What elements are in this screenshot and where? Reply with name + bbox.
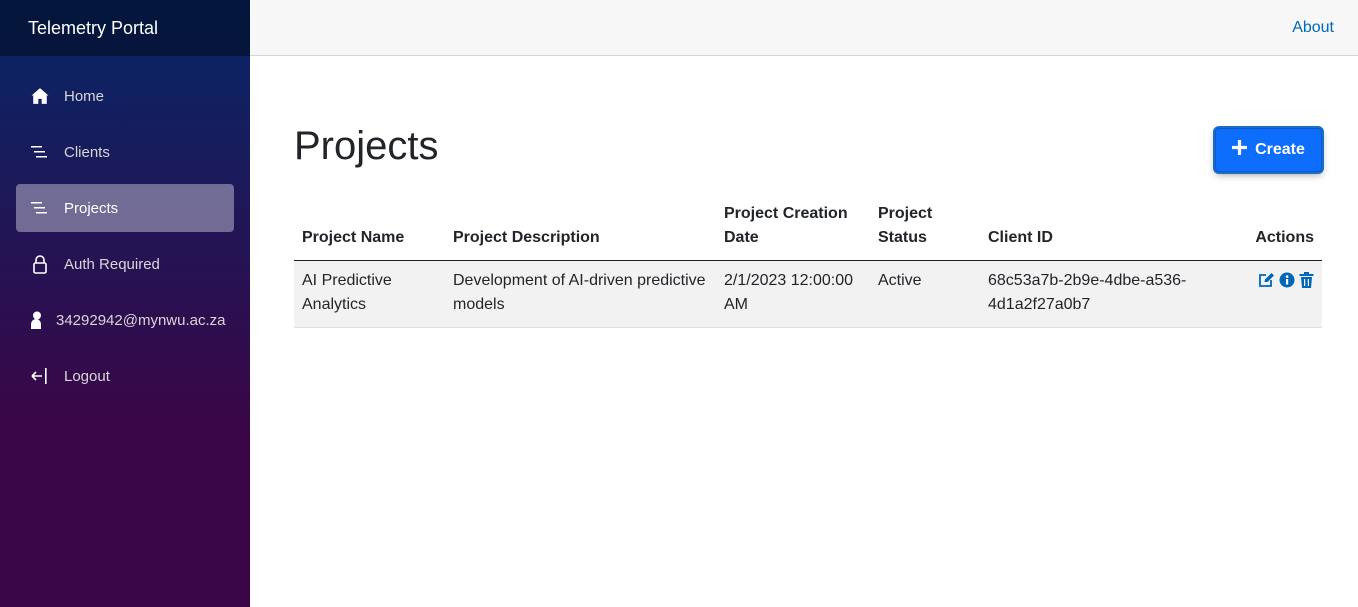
sidebar-item-label: Logout	[64, 367, 110, 385]
list-icon	[16, 145, 64, 159]
edit-icon[interactable]	[1258, 272, 1275, 288]
column-header-project-description: Project Description	[445, 196, 716, 261]
cell-project-name: AI Predictive Analytics	[302, 272, 392, 313]
table-row: AI Predictive Analytics Development of A…	[294, 260, 1322, 328]
cell-project-description: Development of AI-driven predictive mode…	[453, 272, 706, 313]
table-header-row: Project Name Project Description Project…	[294, 196, 1322, 261]
sidebar-item-clients[interactable]: Clients	[16, 128, 234, 176]
plus-icon	[1231, 138, 1249, 160]
projects-table: Project Name Project Description Project…	[294, 196, 1322, 328]
row-actions	[1258, 269, 1314, 288]
sidebar-item-auth-required[interactable]: Auth Required	[16, 240, 234, 288]
sidebar-item-logout[interactable]: Logout	[16, 352, 234, 400]
sidebar-item-label: Clients	[64, 143, 110, 161]
column-header-actions: Actions	[1220, 196, 1322, 261]
lock-icon	[16, 254, 64, 274]
sidebar-item-label: Auth Required	[64, 255, 160, 273]
cell-client-id: 68c53a7b-2b9e-4dbe-a536-4d1a2f27a0b7	[988, 272, 1187, 313]
cell-actions	[1220, 261, 1322, 328]
main-content: Projects Create Project Name Project Des…	[294, 56, 1322, 328]
column-header-project-status: Project Status	[870, 196, 980, 261]
person-icon	[16, 311, 56, 329]
sidebar-item-projects[interactable]: Projects	[16, 184, 234, 232]
sidebar-nav: Home Clients Projects Auth Required 3429…	[0, 56, 250, 400]
cell-project-status: Active	[878, 272, 922, 289]
column-header-creation-date: Project Creation Date	[716, 196, 870, 261]
home-icon	[16, 87, 64, 105]
page-header: Projects Create	[294, 56, 1322, 196]
about-link[interactable]: About	[1292, 19, 1334, 37]
sidebar: Telemetry Portal Home Clients Projects A…	[0, 0, 250, 607]
sidebar-item-user[interactable]: 34292942@mynwu.ac.za	[16, 296, 234, 344]
create-button[interactable]: Create	[1215, 128, 1322, 172]
sidebar-item-home[interactable]: Home	[16, 72, 234, 120]
brand-bar: Telemetry Portal	[0, 0, 250, 56]
create-button-label: Create	[1255, 141, 1305, 158]
app-title-link[interactable]: Telemetry Portal	[28, 18, 158, 39]
column-header-client-id: Client ID	[980, 196, 1220, 261]
sidebar-item-label: Projects	[64, 199, 119, 217]
cell-creation-date: 2/1/2023 12:00:00 AM	[724, 272, 854, 313]
list-icon	[16, 201, 64, 215]
sidebar-item-label: Home	[64, 87, 105, 105]
sidebar-item-label: 34292942@mynwu.ac.za	[56, 311, 226, 329]
page-title: Projects	[294, 124, 439, 168]
trash-icon[interactable]	[1299, 272, 1314, 288]
column-header-project-name: Project Name	[294, 196, 445, 261]
info-icon[interactable]	[1279, 272, 1295, 288]
top-row: About	[250, 0, 1358, 56]
logout-icon	[16, 367, 64, 385]
